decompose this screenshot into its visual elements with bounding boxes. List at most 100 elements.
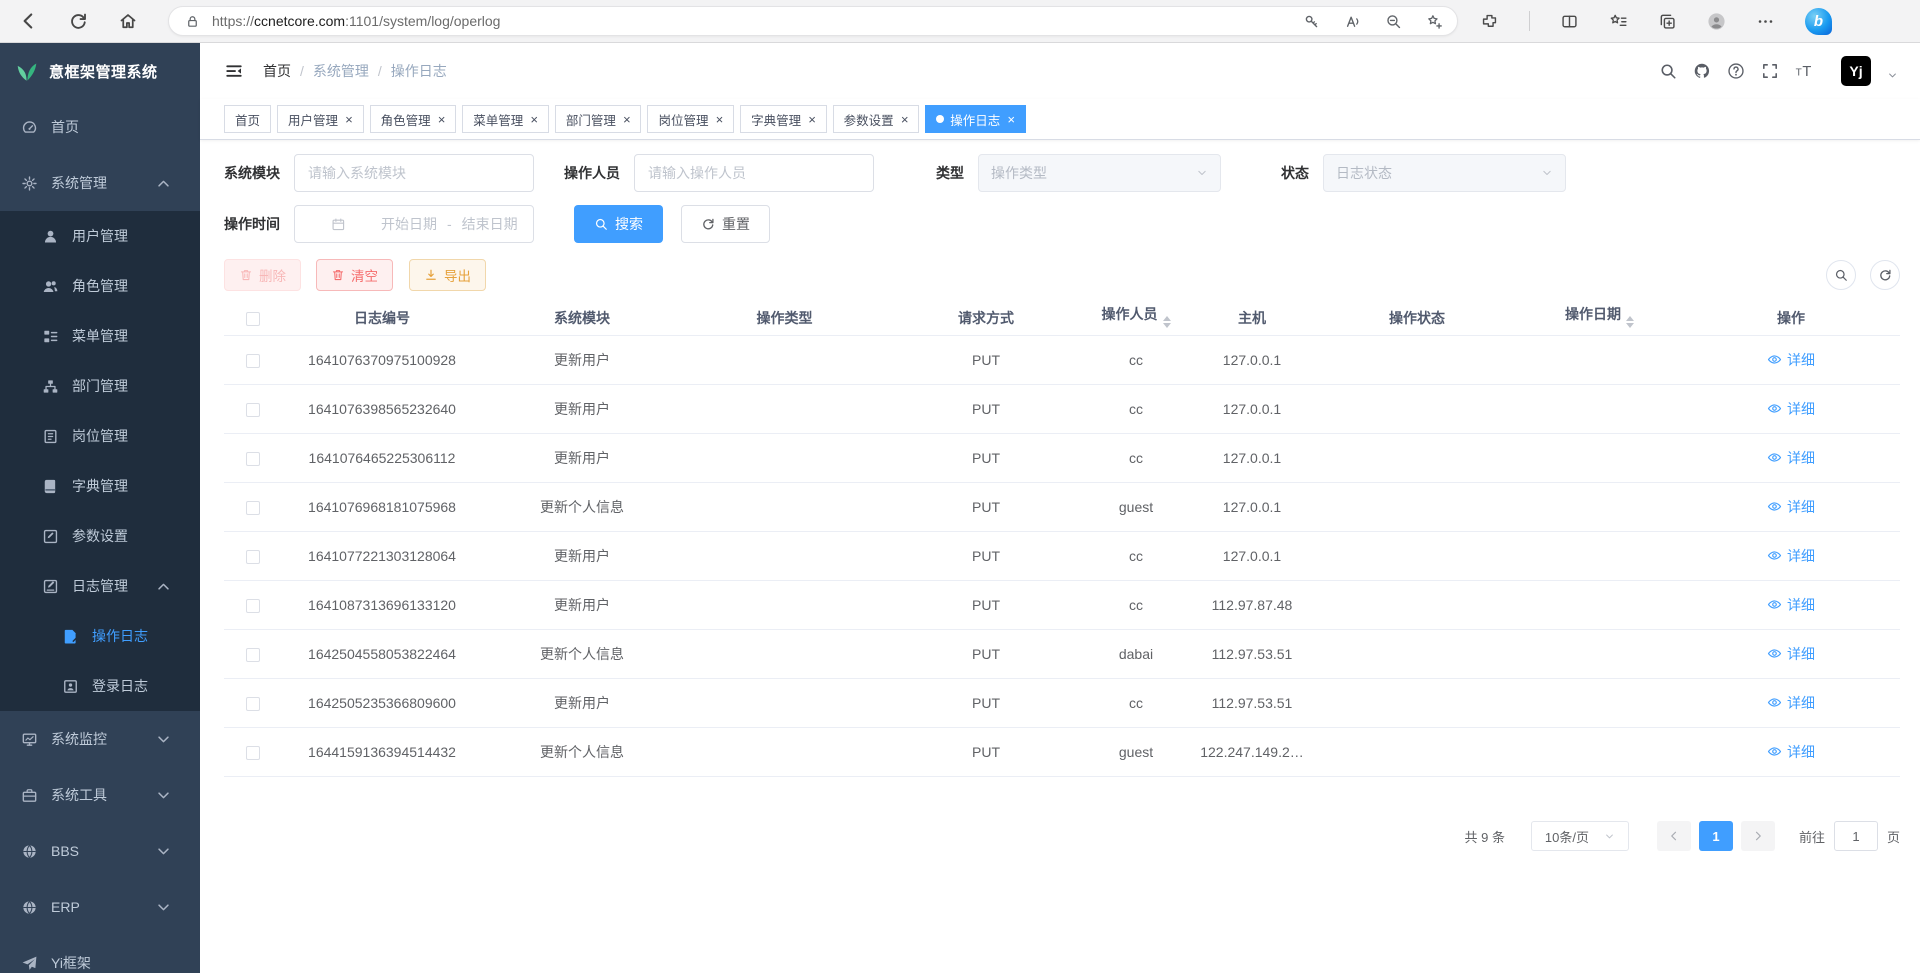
- favorites-icon[interactable]: [1609, 12, 1628, 31]
- row-checkbox[interactable]: [246, 354, 260, 368]
- sidebar-item-yi-framework[interactable]: Yi框架: [0, 935, 200, 973]
- sidebar-item-home[interactable]: 首页: [0, 99, 200, 155]
- detail-link[interactable]: 详细: [1767, 497, 1815, 517]
- clear-button[interactable]: 清空: [316, 259, 393, 291]
- sidebar-item-menu-mgmt[interactable]: 菜单管理: [0, 311, 200, 361]
- detail-link[interactable]: 详细: [1767, 399, 1815, 419]
- row-checkbox[interactable]: [246, 501, 260, 515]
- github-icon[interactable]: [1693, 62, 1711, 80]
- font-size-icon[interactable]: TT: [1795, 62, 1813, 80]
- read-aloud-icon[interactable]: [1344, 13, 1361, 30]
- sidebar-item-erp[interactable]: ERP: [0, 879, 200, 935]
- tab-close-icon[interactable]: ×: [344, 113, 353, 126]
- prev-page-button[interactable]: [1657, 821, 1691, 851]
- user-menu-caret-icon[interactable]: [1887, 70, 1898, 81]
- reset-button[interactable]: 重置: [681, 205, 770, 243]
- address-bar[interactable]: https://ccnetcore.com:1101/system/log/op…: [168, 6, 1458, 36]
- tab-close-icon[interactable]: ×: [1006, 113, 1015, 126]
- status-select[interactable]: 日志状态: [1323, 154, 1566, 192]
- sidebar-item-login-log[interactable]: 登录日志: [0, 661, 200, 711]
- tab-dept-mgmt[interactable]: 部门管理×: [555, 105, 642, 133]
- row-checkbox[interactable]: [246, 746, 260, 760]
- bing-chat-icon[interactable]: b: [1805, 8, 1832, 35]
- column-header-operator[interactable]: 操作人员: [1085, 304, 1187, 332]
- row-checkbox[interactable]: [246, 648, 260, 662]
- tab-oper-log[interactable]: 操作日志×: [925, 105, 1026, 133]
- zoom-out-icon[interactable]: [1385, 13, 1402, 30]
- tab-close-icon[interactable]: ×: [622, 113, 631, 126]
- detail-link[interactable]: 详细: [1767, 693, 1815, 713]
- column-header-date[interactable]: 操作日期: [1517, 304, 1682, 332]
- detail-link[interactable]: 详细: [1767, 595, 1815, 615]
- sidebar-item-bbs[interactable]: BBS: [0, 823, 200, 879]
- page-number-button[interactable]: 1: [1699, 821, 1733, 851]
- page-size-select[interactable]: 10条/页: [1531, 821, 1629, 851]
- tab-close-icon[interactable]: ×: [529, 113, 538, 126]
- browser-profile-icon[interactable]: [1707, 12, 1726, 31]
- header-search-icon[interactable]: [1659, 62, 1677, 80]
- tab-param-settings[interactable]: 参数设置×: [833, 105, 920, 133]
- help-icon[interactable]: [1727, 62, 1745, 80]
- sidebar-item-post-mgmt[interactable]: 岗位管理: [0, 411, 200, 461]
- breadcrumb-item[interactable]: 系统管理: [313, 61, 369, 81]
- goto-page-input[interactable]: [1834, 821, 1878, 851]
- sidebar-item-role-mgmt[interactable]: 角色管理: [0, 261, 200, 311]
- tab-close-icon[interactable]: ×: [807, 113, 816, 126]
- export-button[interactable]: 导出: [409, 259, 486, 291]
- sidebar-item-oper-log[interactable]: 操作日志: [0, 611, 200, 661]
- detail-link[interactable]: 详细: [1767, 350, 1815, 370]
- tab-menu-mgmt[interactable]: 菜单管理×: [462, 105, 549, 133]
- detail-link[interactable]: 详细: [1767, 448, 1815, 468]
- detail-link[interactable]: 详细: [1767, 546, 1815, 566]
- sidebar-item-system-mgmt[interactable]: 系统管理: [0, 155, 200, 211]
- lock-icon[interactable]: [185, 14, 200, 29]
- delete-button[interactable]: 删除: [224, 259, 301, 291]
- sidebar-item-dept-mgmt[interactable]: 部门管理: [0, 361, 200, 411]
- sidebar-item-dict-mgmt[interactable]: 字典管理: [0, 461, 200, 511]
- date-range-picker[interactable]: 开始日期 - 结束日期: [294, 205, 534, 243]
- browser-home-icon[interactable]: [118, 11, 138, 31]
- tab-close-icon[interactable]: ×: [437, 113, 446, 126]
- sidebar-item-log-mgmt[interactable]: 日志管理: [0, 561, 200, 611]
- collections-icon[interactable]: [1658, 12, 1677, 31]
- detail-link[interactable]: 详细: [1767, 644, 1815, 664]
- tab-role-mgmt[interactable]: 角色管理×: [370, 105, 457, 133]
- sidebar-item-system-monitor[interactable]: 系统监控: [0, 711, 200, 767]
- search-button[interactable]: 搜索: [574, 205, 663, 243]
- extensions-icon[interactable]: [1480, 12, 1499, 31]
- operator-input[interactable]: [634, 154, 874, 192]
- sort-caret-icon[interactable]: [1626, 312, 1634, 332]
- tab-post-mgmt[interactable]: 岗位管理×: [647, 105, 734, 133]
- refresh-table-button[interactable]: [1870, 260, 1900, 290]
- breadcrumb-item[interactable]: 首页: [263, 61, 291, 81]
- tab-dict-mgmt[interactable]: 字典管理×: [740, 105, 827, 133]
- password-icon[interactable]: [1303, 13, 1320, 30]
- sidebar-item-user-mgmt[interactable]: 用户管理: [0, 211, 200, 261]
- row-checkbox[interactable]: [246, 697, 260, 711]
- row-checkbox[interactable]: [246, 550, 260, 564]
- next-page-button[interactable]: [1741, 821, 1775, 851]
- sidebar-item-system-tools[interactable]: 系统工具: [0, 767, 200, 823]
- browser-refresh-icon[interactable]: [68, 11, 88, 31]
- row-checkbox[interactable]: [246, 599, 260, 613]
- row-checkbox[interactable]: [246, 452, 260, 466]
- browser-back-icon[interactable]: [18, 11, 38, 31]
- module-input[interactable]: [294, 154, 534, 192]
- detail-link[interactable]: 详细: [1767, 742, 1815, 762]
- tab-close-icon[interactable]: ×: [900, 113, 909, 126]
- tab-home[interactable]: 首页: [224, 105, 271, 133]
- more-options-icon[interactable]: [1756, 12, 1775, 31]
- sidebar-item-param-settings[interactable]: 参数设置: [0, 511, 200, 561]
- split-screen-icon[interactable]: [1560, 12, 1579, 31]
- select-all-checkbox[interactable]: [246, 312, 260, 326]
- type-select[interactable]: 操作类型: [978, 154, 1221, 192]
- sort-caret-icon[interactable]: [1163, 312, 1171, 332]
- show-search-button[interactable]: [1826, 260, 1856, 290]
- user-avatar[interactable]: Yj: [1841, 56, 1871, 86]
- row-checkbox[interactable]: [246, 403, 260, 417]
- sidebar-collapse-icon[interactable]: [224, 61, 244, 81]
- tab-user-mgmt[interactable]: 用户管理×: [277, 105, 364, 133]
- tab-close-icon[interactable]: ×: [714, 113, 723, 126]
- fullscreen-icon[interactable]: [1761, 62, 1779, 80]
- add-favorite-icon[interactable]: [1426, 13, 1443, 30]
